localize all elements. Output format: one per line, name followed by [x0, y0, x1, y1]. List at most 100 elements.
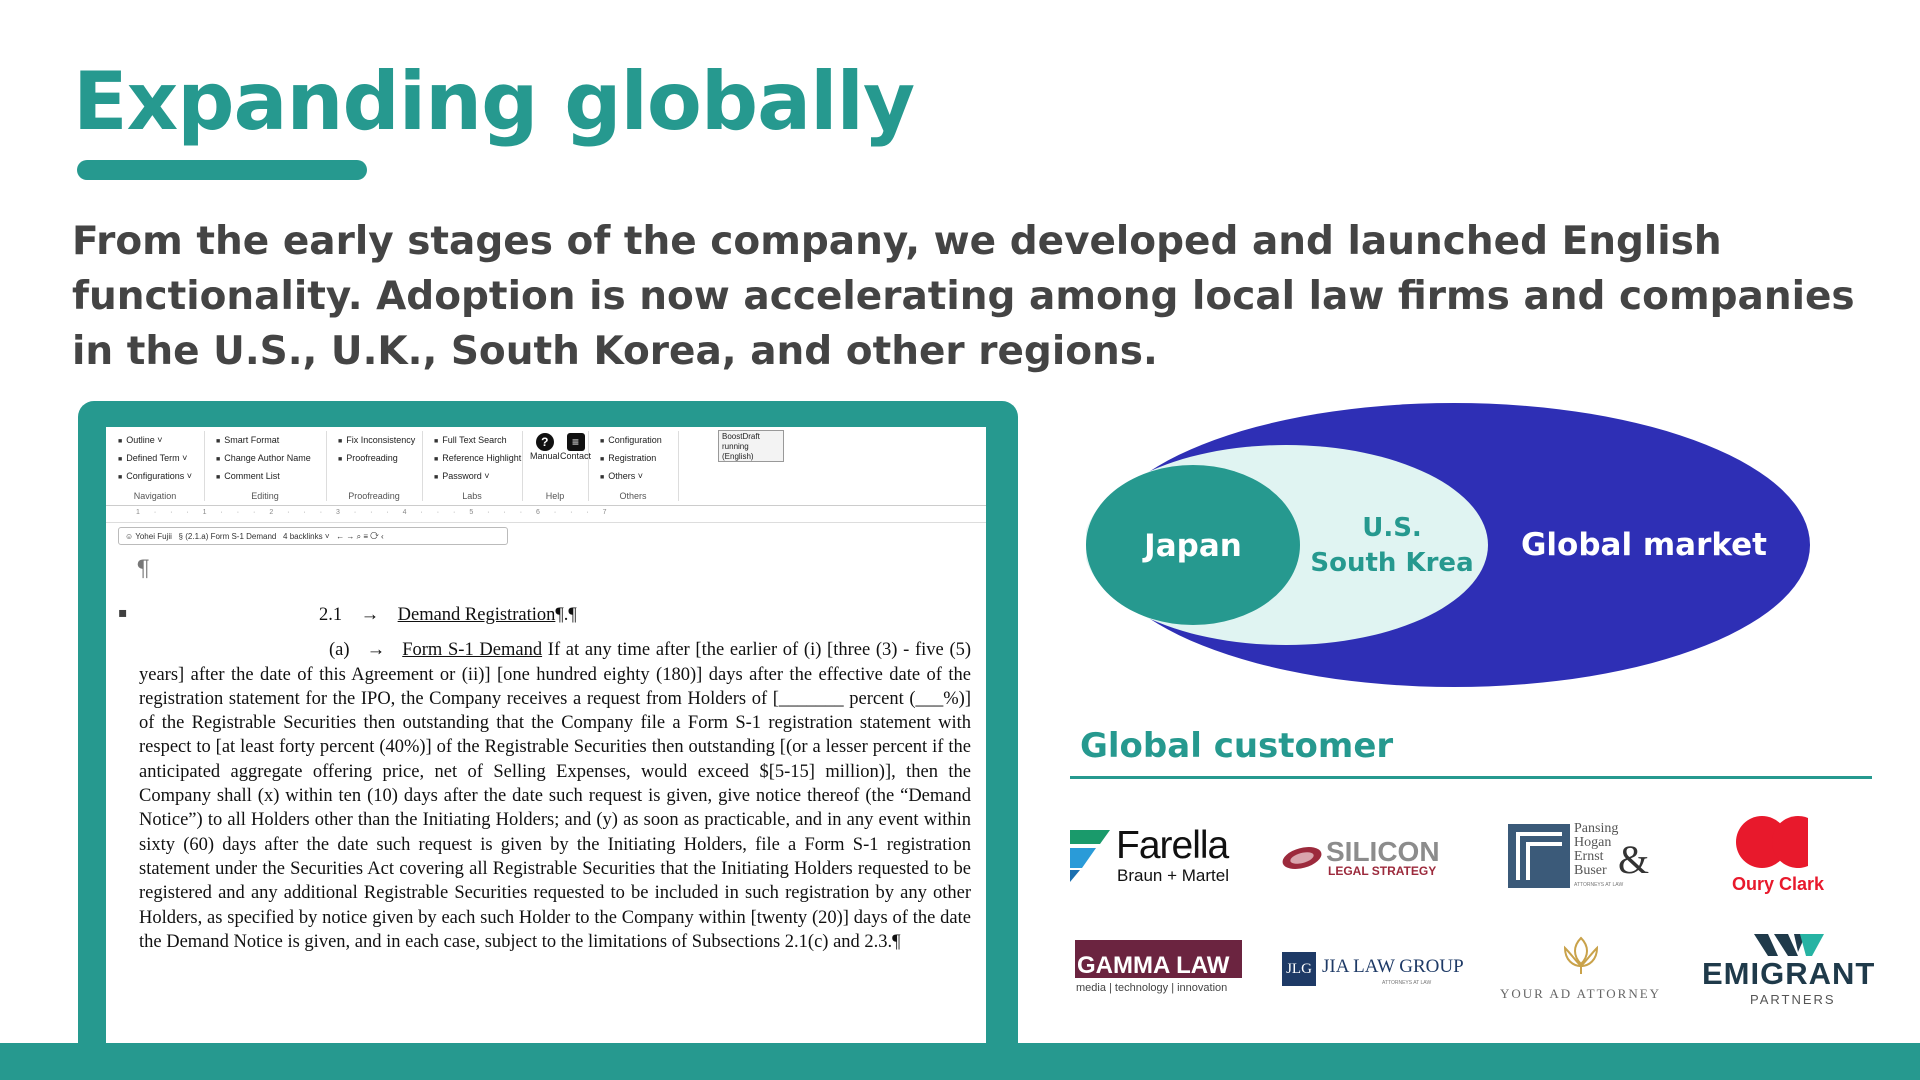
title-underline [77, 160, 367, 180]
jia-tag: ATTORNEYS AT LAW [1382, 980, 1432, 986]
user-icon: ☺ [125, 532, 134, 541]
docbar-user: Yohei Fujii [135, 532, 172, 541]
ribbon-label-editing: Editing [251, 491, 279, 501]
yad-name: YOUR AD ATTORNEY [1500, 986, 1662, 1001]
paragraph-a: (a) → Form S-1 Demand If at any time aft… [139, 638, 971, 954]
us-label: U.S. [1362, 513, 1422, 543]
jia-mark: JLG [1282, 952, 1316, 986]
ribbon-group-others: Configuration Registration Others ˅ Othe… [588, 431, 679, 501]
lotus-icon [1563, 936, 1599, 974]
emigrant-mark-icon [1754, 934, 1824, 956]
ribbon-fix-inconsistency[interactable]: Fix Inconsistency [326, 431, 422, 449]
emigrant-name: EMIGRANT [1702, 956, 1876, 991]
logo-oury-clark: Oury Clark [1732, 814, 1842, 898]
pansing-line3: Ernst [1574, 849, 1604, 864]
docbar-section: (2.1.a) Form S-1 Demand [185, 532, 277, 541]
bullet-marker: ▪ [118, 605, 128, 621]
ribbon-defined-term[interactable]: Defined Term ˅ [106, 449, 204, 467]
para-body: If at any time after [the earlier of (i)… [139, 640, 972, 952]
silicon-sub: LEGAL STRATEGY [1328, 864, 1437, 878]
para-title: Form S-1 Demand [402, 640, 543, 661]
ribbon-others[interactable]: Others ˅ [588, 467, 678, 485]
editor-screen: Outline ˅ Defined Term ˅ Configurations … [106, 427, 986, 1080]
ribbon-comment-list[interactable]: Comment List [204, 467, 326, 485]
logo-silicon: SILICON LEGAL STRATEGY [1280, 836, 1450, 878]
document-body[interactable]: 2.1 → Demand Registration¶.¶ (a) → Form … [139, 603, 971, 954]
farella-mark-icon [1070, 830, 1110, 882]
global-market-label: Global market [1521, 527, 1767, 563]
gamma-name: GAMMA LAW [1077, 952, 1230, 979]
ribbon-smart-format[interactable]: Smart Format [204, 431, 326, 449]
global-customer-divider [1070, 776, 1872, 779]
para-arrow: → [366, 640, 386, 661]
chat-icon: ≡ [566, 433, 585, 451]
pansing-tag: ATTORNEYS AT LAW [1574, 882, 1624, 888]
document-navbar[interactable]: ☺ Yohei Fujii § (2.1.a) Form S-1 Demand … [118, 527, 508, 545]
ribbon-full-text-search[interactable]: Full Text Search [422, 431, 522, 449]
pansing-line1: Pansing [1574, 821, 1619, 836]
page-title: Expanding globally [73, 55, 915, 148]
ribbon-configuration[interactable]: Configuration [588, 431, 678, 449]
section-icon: § [178, 532, 183, 541]
ribbon-change-author[interactable]: Change Author Name [204, 449, 326, 467]
ribbon-label-help: Help [545, 491, 565, 501]
farella-sub: Braun + Martel [1117, 866, 1229, 885]
heading-arrow: → [360, 605, 380, 625]
ribbon-proofreading[interactable]: Proofreading [326, 449, 422, 467]
heading-text: Demand Registration [397, 605, 556, 625]
ribbon-manual-label: Manual [530, 451, 560, 461]
heading-number: 2.1 [319, 605, 343, 625]
boostdraft-status: BoostDraft running (English) [718, 430, 784, 462]
nav-arrows-icon[interactable]: ← → ⌕ ≡ ⟳ ‹ [332, 532, 384, 541]
ruler: 1 · · · 1 · · · 2 · · · 3 · · · 4 · · · … [106, 509, 986, 523]
ribbon-reference-highlight[interactable]: Reference Highlight [422, 449, 522, 467]
pansing-mark-icon [1508, 824, 1570, 888]
ribbon-contact-label: Contact [560, 451, 592, 461]
editor-screenshot-frame: Outline ˅ Defined Term ˅ Configurations … [78, 401, 1018, 1080]
ribbon-label-others: Others [619, 491, 647, 501]
pansing-amp: & [1618, 837, 1650, 882]
pilcrow-mark: ¶ [136, 557, 150, 582]
farella-name: Farella [1116, 824, 1229, 867]
global-customer-title: Global customer [1080, 726, 1394, 766]
ribbon-label-navigation: Navigation [133, 491, 177, 501]
logo-jia: JLG JIA LAW GROUP ATTORNEYS AT LAW [1282, 950, 1464, 990]
gamma-sub: media | technology | innovation [1076, 982, 1228, 994]
editor-ribbon: Outline ˅ Defined Term ˅ Configurations … [106, 427, 986, 506]
ribbon-group-navigation: Outline ˅ Defined Term ˅ Configurations … [106, 431, 205, 501]
docbar-backlinks[interactable]: 4 backlinks ˅ [283, 532, 329, 541]
logo-emigrant: EMIGRANT PARTNERS [1702, 934, 1876, 1007]
logo-farella: Farella Braun + Martel [1070, 824, 1250, 888]
question-icon: ? [535, 433, 554, 451]
ribbon-group-proofreading: Fix Inconsistency Proofreading Proofread… [326, 431, 423, 501]
oury-clark-name: Oury Clark [1732, 874, 1825, 894]
ribbon-group-editing: Smart Format Change Author Name Comment … [204, 431, 327, 501]
market-diagram: Japan U.S. South Krea Global market [1086, 403, 1810, 687]
logo-gamma-law: GAMMA LAW media | technology | innovatio… [1075, 938, 1247, 1004]
south-korea-label: South Krea [1310, 548, 1473, 578]
para-label: (a) [329, 640, 350, 661]
jia-name: JIA LAW GROUP [1322, 956, 1464, 977]
ribbon-password[interactable]: Password ˅ [422, 467, 522, 485]
ribbon-group-help: ? Manual ≡ Contact Help [522, 431, 591, 501]
japan-label: Japan [1142, 528, 1242, 564]
pansing-line4: Buser [1574, 863, 1607, 878]
ribbon-manual[interactable]: ? Manual [530, 433, 560, 461]
emigrant-sub: PARTNERS [1750, 992, 1836, 1007]
ribbon-contact[interactable]: ≡ Contact [560, 433, 591, 461]
subtitle: From the early stages of the company, we… [72, 219, 1855, 374]
oury-clark-mark-icon [1736, 816, 1808, 868]
logo-pansing: Pansing Hogan Ernst Buser & ATTORNEYS AT… [1508, 822, 1653, 890]
silicon-mark-icon [1282, 847, 1322, 869]
ribbon-outline[interactable]: Outline ˅ [106, 431, 204, 449]
pansing-line2: Hogan [1574, 835, 1612, 850]
section-heading: 2.1 → Demand Registration¶.¶ [139, 603, 971, 627]
bottom-band [0, 1043, 1920, 1080]
ribbon-label-proofreading: Proofreading [348, 491, 400, 501]
ribbon-configurations[interactable]: Configurations ˅ [106, 467, 204, 485]
ribbon-label-labs: Labs [462, 491, 482, 501]
heading-mark: ¶.¶ [555, 605, 577, 625]
ribbon-registration[interactable]: Registration [588, 449, 678, 467]
pansing-names: Pansing Hogan Ernst Buser [1574, 822, 1618, 878]
ribbon-group-labs: Full Text Search Reference Highlight Pas… [422, 431, 523, 501]
